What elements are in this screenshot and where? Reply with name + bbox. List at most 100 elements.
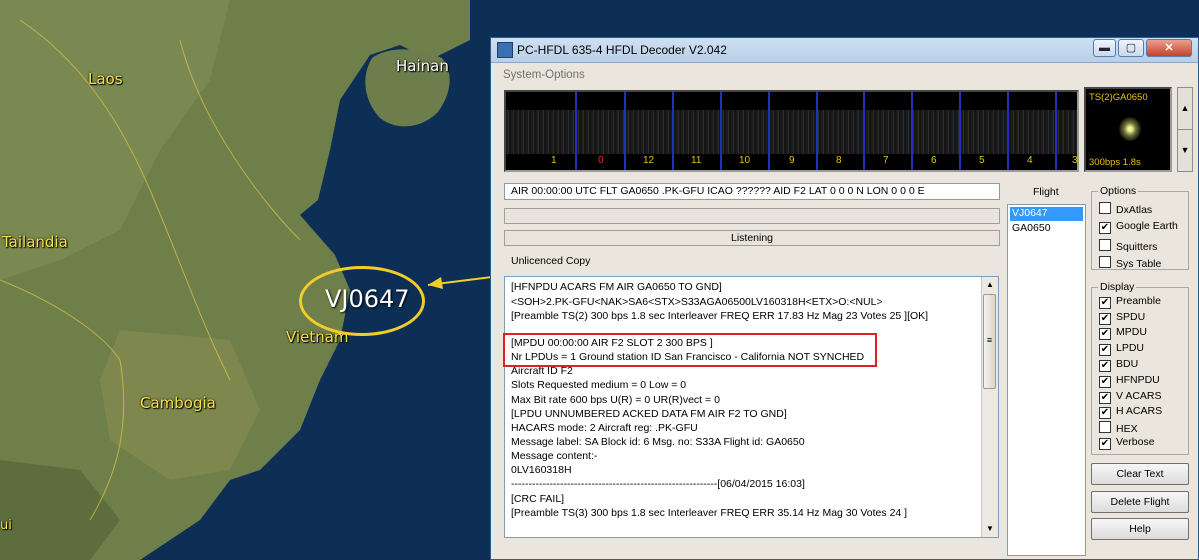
checkmark-icon[interactable]: ✔ (1099, 222, 1111, 234)
checkbox-h-acars[interactable]: ✔ H ACARS (1099, 405, 1162, 419)
channel-number: 12 (643, 155, 655, 166)
checkbox-mpdu[interactable]: ✔ MPDU (1099, 326, 1147, 340)
checkmark-icon[interactable]: ✔ (1099, 407, 1111, 419)
map-label-cambogia: Cambogia (140, 394, 216, 412)
log-line: HACARS mode: 2 Aircraft reg: .PK-GFU (511, 422, 698, 434)
checkbox-label: BDU (1116, 358, 1139, 370)
scroll-up-arrow-icon[interactable]: ▲ (982, 277, 998, 293)
waterfall-display[interactable]: 1 0 12 11 10 9 8 7 6 5 4 3 (504, 90, 1079, 172)
channel-number: 7 (883, 155, 889, 166)
map-label-laos: Laos (88, 70, 123, 88)
decoder-window: PC-HFDL 635-4 HFDL Decoder V2.042 ▬ ▢ ✕ … (490, 37, 1199, 560)
clear-text-button[interactable]: Clear Text (1091, 463, 1189, 485)
log-scrollbar[interactable]: ▲ ≡ ▼ (981, 277, 998, 537)
checkmark-icon[interactable]: ✔ (1099, 328, 1111, 340)
log-line: Max Bit rate 600 bps U(R) = 0 UR(R)vect … (511, 394, 720, 406)
spin-down-arrow-icon[interactable]: ▼ (1178, 130, 1192, 171)
checkbox-v-acars[interactable]: ✔ V ACARS (1099, 390, 1162, 404)
scroll-thumb[interactable]: ≡ (983, 294, 996, 389)
map-label-tailandia: Tailandia (2, 233, 68, 251)
help-button[interactable]: Help (1091, 518, 1189, 540)
checkbox-bdu[interactable]: ✔ BDU (1099, 358, 1138, 372)
log-line: Slots Requested medium = 0 Low = 0 (511, 379, 687, 391)
constellation-plot (1119, 117, 1141, 141)
checkbox-label: Sys Table (1116, 258, 1162, 270)
channel-marker (768, 92, 770, 170)
checkbox-label: DxAtlas (1116, 204, 1153, 216)
checkbox-box[interactable] (1099, 256, 1111, 268)
checkbox-hex[interactable]: HEX (1099, 421, 1138, 435)
scope-spinner: ▲ ▼ (1177, 87, 1193, 172)
checkbox-label: H ACARS (1116, 405, 1163, 417)
flight-item-selected[interactable]: VJ0647 (1010, 207, 1083, 221)
flight-list[interactable]: VJ0647 GA0650 (1007, 204, 1086, 556)
checkbox-lpdu[interactable]: ✔ LPDU (1099, 342, 1144, 356)
options-group: Options DxAtlas ✔ Google Earth Squitters … (1091, 185, 1189, 270)
checkmark-icon[interactable]: ✔ (1099, 297, 1111, 309)
scroll-down-arrow-icon[interactable]: ▼ (982, 521, 998, 537)
channel-marker (959, 92, 961, 170)
checkbox-label: LPDU (1116, 342, 1145, 354)
checkbox-label: Google Earth (1116, 220, 1178, 232)
checkbox-label: V ACARS (1116, 390, 1162, 402)
checkbox-label: MPDU (1116, 326, 1147, 338)
log-line: ----------------------------------------… (511, 478, 805, 490)
checkbox-box[interactable] (1099, 421, 1111, 433)
log-line: [HFNPDU ACARS FM AIR GA0650 TO GND] (511, 281, 722, 293)
menu-bar: System-Options (491, 68, 1198, 84)
menu-system-options[interactable]: System-Options (503, 69, 585, 81)
checkbox-squitters[interactable]: Squitters (1099, 239, 1157, 253)
options-group-title: Options (1098, 185, 1139, 197)
flight-item[interactable]: GA0650 (1010, 222, 1083, 236)
maximize-button[interactable]: ▢ (1118, 39, 1144, 57)
log-line: <SOH>2.PK-GFU<NAK>SA6<STX>S33AGA06500LV1… (511, 296, 883, 308)
channel-number: 6 (931, 155, 937, 166)
checkbox-box[interactable] (1099, 239, 1111, 251)
channel-marker (1055, 92, 1057, 170)
channel-marker (911, 92, 913, 170)
checkmark-icon[interactable]: ✔ (1099, 313, 1111, 325)
channel-marker (863, 92, 865, 170)
checkbox-verbose[interactable]: ✔ Verbose (1099, 436, 1155, 450)
flight-list-label: Flight (1033, 186, 1059, 198)
checkmark-icon[interactable]: ✔ (1099, 438, 1111, 450)
channel-marker (816, 92, 818, 170)
license-label: Unlicenced Copy (511, 255, 591, 267)
channel-marker (720, 92, 722, 170)
highlight-box (503, 333, 877, 367)
spin-up-arrow-icon[interactable]: ▲ (1178, 88, 1192, 130)
checkmark-icon[interactable]: ✔ (1099, 360, 1111, 372)
checkbox-label: Verbose (1116, 436, 1155, 448)
channel-marker (1007, 92, 1009, 170)
message-log[interactable]: [HFNPDU ACARS FM AIR GA0650 TO GND] <SOH… (504, 276, 999, 538)
checkbox-box[interactable] (1099, 202, 1111, 214)
map-label-hainan: Hainan (396, 57, 449, 75)
delete-flight-button[interactable]: Delete Flight (1091, 491, 1189, 513)
minimize-button[interactable]: ▬ (1093, 39, 1116, 57)
checkbox-label: Squitters (1116, 241, 1158, 253)
checkbox-google-earth[interactable]: ✔ Google Earth (1099, 220, 1178, 234)
title-bar[interactable]: PC-HFDL 635-4 HFDL Decoder V2.042 ▬ ▢ ✕ (491, 38, 1198, 63)
checkbox-spdu[interactable]: ✔ SPDU (1099, 311, 1145, 325)
signal-progress-bar (504, 208, 1000, 224)
channel-number: 3 (1072, 155, 1078, 166)
checkbox-sys-table[interactable]: Sys Table (1099, 256, 1161, 270)
display-group-title: Display (1098, 281, 1137, 293)
map-label-edge: ui (0, 518, 12, 533)
checkbox-label: SPDU (1116, 311, 1146, 323)
close-button[interactable]: ✕ (1146, 39, 1192, 57)
channel-marker (624, 92, 626, 170)
checkbox-dxatlas[interactable]: DxAtlas (1099, 202, 1152, 216)
channel-number: 8 (836, 155, 842, 166)
checkmark-icon[interactable]: ✔ (1099, 392, 1111, 404)
checkmark-icon[interactable]: ✔ (1099, 344, 1111, 356)
window-title: PC-HFDL 635-4 HFDL Decoder V2.042 (517, 43, 727, 57)
scope-title: TS(2)GA0650 (1089, 92, 1148, 103)
channel-marker (575, 92, 577, 170)
checkmark-icon[interactable]: ✔ (1099, 376, 1111, 388)
checkbox-preamble[interactable]: ✔ Preamble (1099, 295, 1161, 309)
channel-number: 9 (789, 155, 795, 166)
channel-number: 4 (1027, 155, 1033, 166)
scope-footer: 300bps 1.8s (1089, 157, 1141, 168)
checkbox-hfnpdu[interactable]: ✔ HFNPDU (1099, 374, 1160, 388)
